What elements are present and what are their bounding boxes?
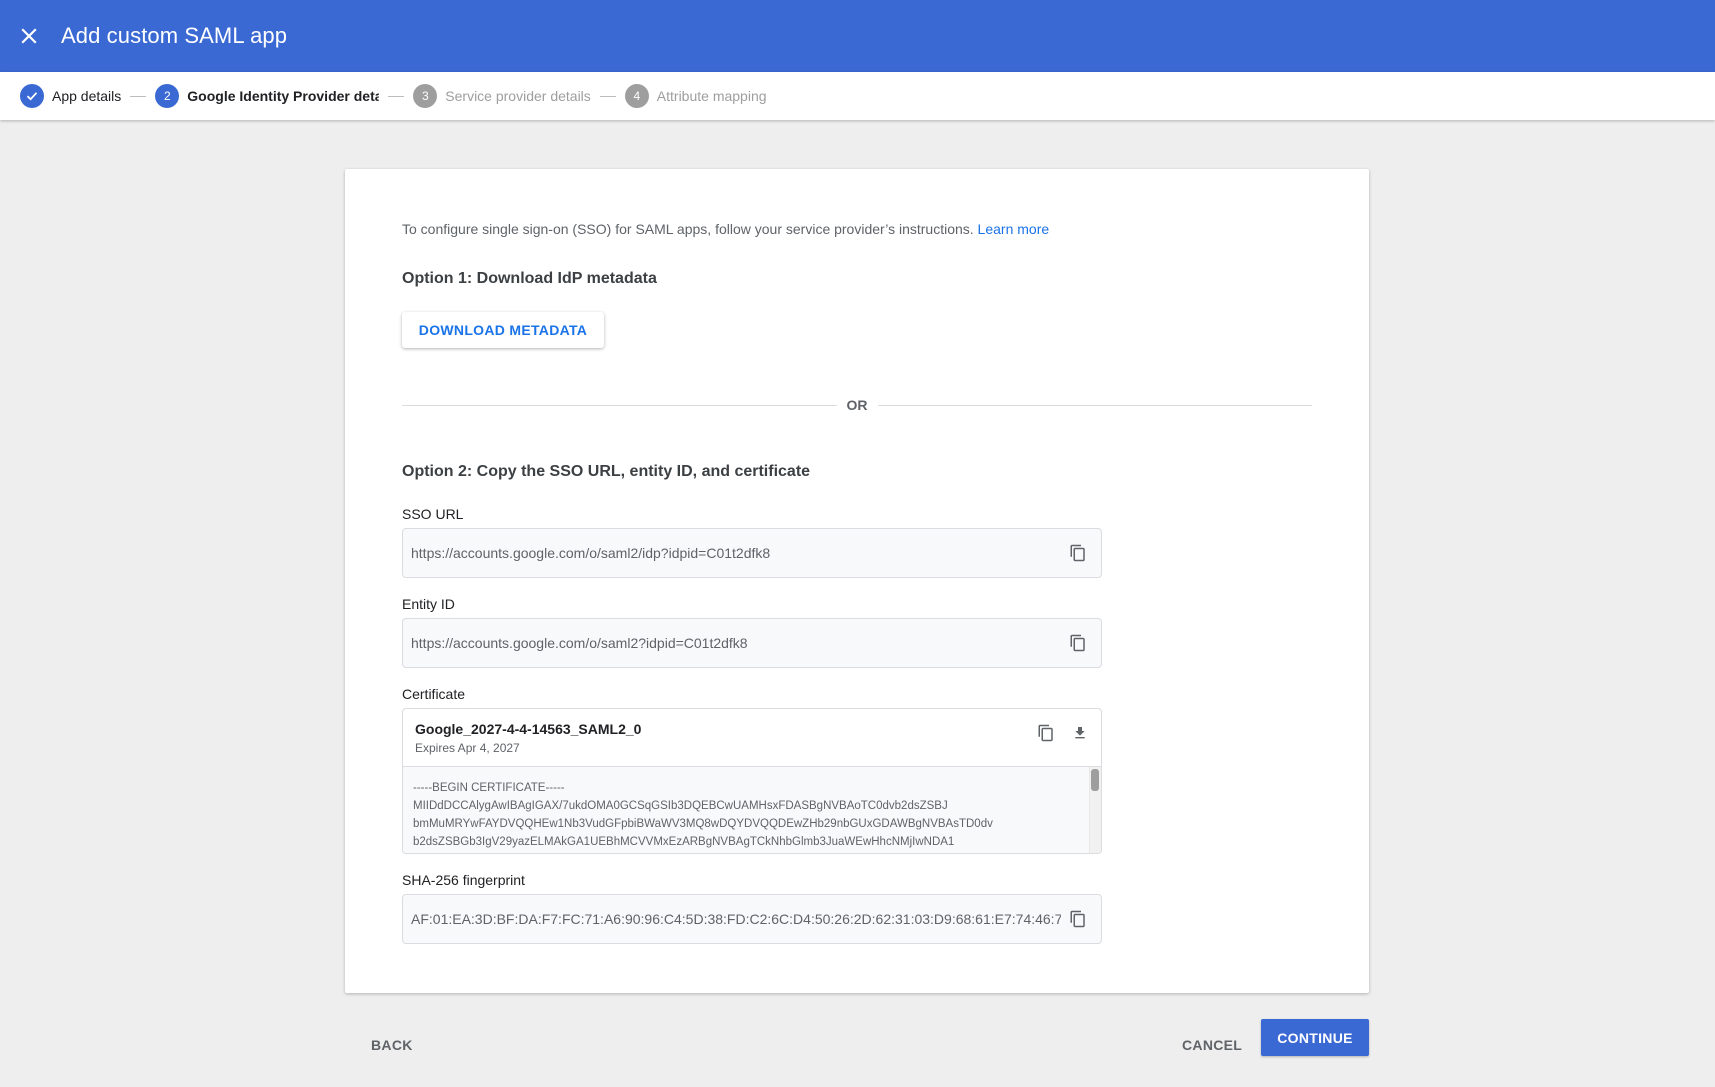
intro-text: To configure single sign-on (SSO) for SA… <box>402 221 1049 237</box>
app-header: Add custom SAML app <box>0 0 1715 72</box>
cancel-button[interactable]: CANCEL <box>1156 1027 1268 1063</box>
divider-line <box>877 404 1312 406</box>
page-title: Add custom SAML app <box>61 23 288 48</box>
continue-button[interactable]: CONTINUE <box>1261 1019 1369 1056</box>
step-google-idp-details[interactable]: 2 Google Identity Provider details <box>155 84 379 108</box>
back-button[interactable]: BACK <box>345 1027 439 1063</box>
fingerprint-label: SHA-256 fingerprint <box>402 872 525 888</box>
certificate-label: Certificate <box>402 686 466 702</box>
download-icon <box>1075 727 1085 739</box>
option1-heading: Option 1: Download IdP metadata <box>402 270 657 287</box>
certificate-line: -----BEGIN CERTIFICATE----- <box>413 782 565 794</box>
step-app-details[interactable]: App details <box>20 84 121 108</box>
learn-more-link[interactable]: Learn more <box>978 221 1050 237</box>
download-certificate-button[interactable] <box>1063 716 1097 750</box>
copy-fingerprint-button[interactable] <box>1061 902 1095 936</box>
step-label: Google Identity Provider details <box>187 88 380 104</box>
copy-icon <box>1070 910 1085 928</box>
check-icon <box>20 84 44 108</box>
certificate-line: MIIDdDCCAlygAwIBAgIGAX/7ukdOMA0GCSqGSIb3… <box>413 800 948 812</box>
fingerprint-value[interactable]: AF:01:EA:3D:BF:DA:F7:FC:71:A6:90:96:C4:5… <box>403 911 1061 927</box>
option2-heading: Option 2: Copy the SSO URL, entity ID, a… <box>402 463 811 480</box>
step-number: 2 <box>155 84 180 108</box>
sso-url-value[interactable]: https://accounts.google.com/o/saml2/idp?… <box>403 545 1061 561</box>
step-label: Service provider details <box>445 88 591 104</box>
step-attribute-mapping[interactable]: 4 Attribute mapping <box>624 84 767 108</box>
copy-icon <box>1070 544 1085 562</box>
copy-icon <box>1038 724 1053 742</box>
step-label: App details <box>52 88 122 104</box>
step-number: 3 <box>413 84 438 108</box>
step-separator <box>599 95 616 97</box>
step-service-provider-details[interactable]: 3 Service provider details <box>413 84 591 108</box>
step-number: 4 <box>624 84 649 108</box>
intro-sentence: To configure single sign-on (SSO) for SA… <box>402 221 974 237</box>
sso-url-label: SSO URL <box>402 506 464 522</box>
idp-details-card: To configure single sign-on (SSO) for SA… <box>345 169 1369 993</box>
certificate-header: Google_2027-4-4-14563_SAML2_0 Expires Ap… <box>403 709 1101 767</box>
stepper: App details 2 Google Identity Provider d… <box>0 72 1715 120</box>
step-separator <box>130 95 147 97</box>
scrollbar-thumb[interactable] <box>1091 769 1099 791</box>
download-metadata-button[interactable]: DOWNLOAD METADATA <box>402 312 604 348</box>
certificate-box: Google_2027-4-4-14563_SAML2_0 Expires Ap… <box>402 708 1102 854</box>
fingerprint-field[interactable]: AF:01:EA:3D:BF:DA:F7:FC:71:A6:90:96:C4:5… <box>402 894 1102 944</box>
copy-icon <box>1070 634 1085 652</box>
copy-entity-id-button[interactable] <box>1061 626 1095 660</box>
certificate-actions <box>1029 716 1097 750</box>
entity-id-value[interactable]: https://accounts.google.com/o/saml2?idpi… <box>403 635 1061 651</box>
certificate-line: b2dsZSBGb3IgV29yazELMAkGA1UEBhMCVVMxEzAR… <box>413 836 955 848</box>
close-button[interactable] <box>5 12 53 60</box>
step-separator <box>388 95 405 97</box>
step-label: Attribute mapping <box>656 88 767 104</box>
or-text: OR <box>846 397 868 413</box>
certificate-line: bmMuMRYwFAYDVQQHEw1Nb3VudGFpbiBWaWV3MQ8w… <box>413 818 993 830</box>
sso-url-field[interactable]: https://accounts.google.com/o/saml2/idp?… <box>402 528 1102 578</box>
certificate-text: -----BEGIN CERTIFICATE----- MIIDdDCCAlygA… <box>413 779 993 851</box>
certificate-text-area[interactable]: -----BEGIN CERTIFICATE----- MIIDdDCCAlygA… <box>403 767 1101 853</box>
certificate-name: Google_2027-4-4-14563_SAML2_0 <box>415 721 642 737</box>
certificate-expiry: Expires Apr 4, 2027 <box>415 741 520 755</box>
entity-id-label: Entity ID <box>402 596 455 612</box>
divider-line <box>402 404 837 406</box>
certificate-scrollbar[interactable] <box>1089 767 1101 853</box>
copy-certificate-button[interactable] <box>1029 716 1063 750</box>
close-icon <box>21 28 37 44</box>
copy-sso-url-button[interactable] <box>1061 536 1095 570</box>
or-divider: OR <box>402 395 1312 415</box>
entity-id-field[interactable]: https://accounts.google.com/o/saml2?idpi… <box>402 618 1102 668</box>
